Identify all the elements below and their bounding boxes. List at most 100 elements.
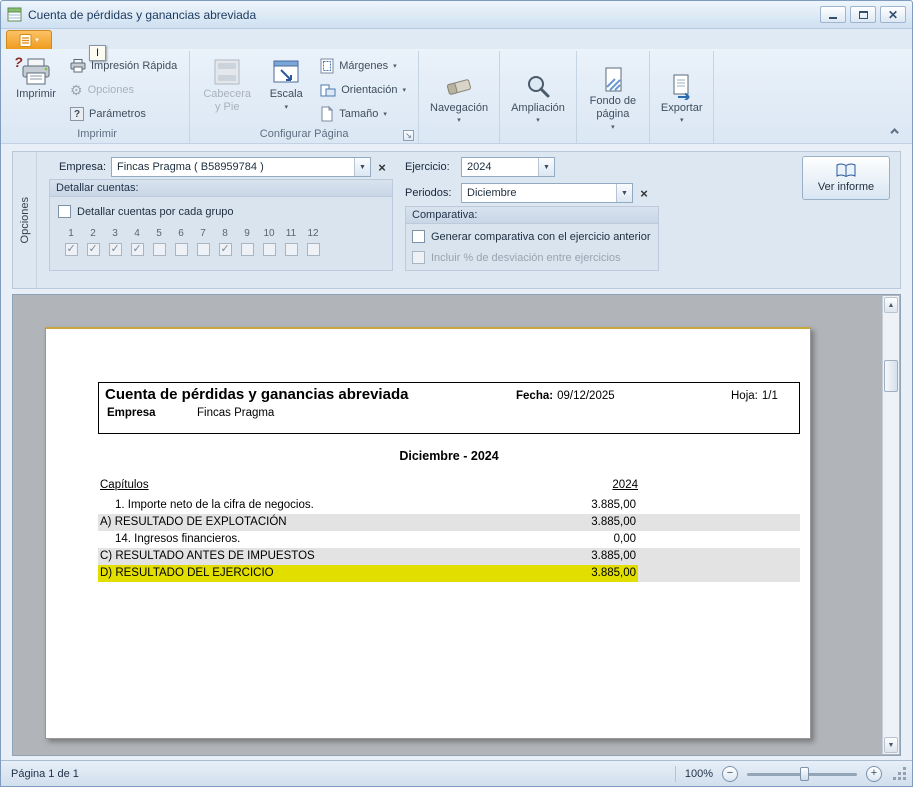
fondo-de-pagina-button[interactable]: Fondo de página ▾ (583, 62, 643, 133)
ribbon-group-fondo-de-pagina: Fondo de página ▾ (577, 51, 650, 143)
parametros-label: Parámetros (89, 108, 146, 120)
fecha-label: Fecha: (516, 390, 553, 402)
report-rows: 1. Importe neto de la cifra de negocios.… (98, 497, 800, 582)
quick-print-icon (70, 59, 86, 73)
month-checkbox-10[interactable] (263, 243, 276, 256)
fondo-de-pagina-dropdown-icon: ▾ (611, 123, 615, 131)
app-window: Cuenta de pérdidas y ganancias abreviada… (0, 0, 913, 787)
generar-comparativa-checkbox[interactable] (412, 230, 425, 243)
comparativa-checkbox2-row: Incluir % de desviación entre ejercicios (412, 251, 621, 264)
incluir-desviacion-label: Incluir % de desviación entre ejercicios (431, 252, 621, 264)
parametros-button[interactable]: ? Parámetros (64, 104, 183, 124)
row-value: 0,00 (614, 531, 638, 548)
exportar-label: Exportar (661, 102, 703, 115)
periodos-clear-button[interactable]: × (635, 183, 653, 203)
year-column-header: 2024 (612, 477, 638, 494)
zoom-slider[interactable] (747, 766, 857, 782)
row-label: A) RESULTADO DE EXPLOTACIÓN (98, 514, 591, 531)
zoom-in-button[interactable]: + (866, 766, 882, 782)
margins-icon (320, 58, 334, 74)
exportar-button[interactable]: Exportar ▾ (656, 69, 708, 128)
escala-button[interactable]: Escala ▾ (261, 53, 311, 114)
ejercicio-combobox[interactable]: 2024 ▼ (461, 157, 555, 177)
ribbon: ▾ I ? (1, 29, 912, 144)
empresa-dropdown-arrow-icon[interactable]: ▼ (354, 158, 370, 176)
month-number-9: 9 (236, 228, 258, 239)
periodos-combobox[interactable]: Diciembre ▼ (461, 183, 633, 203)
restore-button[interactable] (850, 6, 876, 23)
fondo-de-pagina-label: Fondo de página (588, 95, 638, 120)
ver-informe-label: Ver informe (818, 181, 874, 193)
gear-icon: ⚙ (70, 83, 83, 97)
row-label: D) RESULTADO DEL EJERCICIO (98, 565, 591, 582)
month-checkbox-5[interactable] (153, 243, 166, 256)
detallar-cuentas-group-label: Detallar cuentas: (50, 180, 392, 197)
month-checkbox-9[interactable] (241, 243, 254, 256)
month-checkbox-7[interactable] (197, 243, 210, 256)
detallar-checkbox[interactable] (58, 205, 71, 218)
comparativa-checkbox1-row[interactable]: Generar comparativa con el ejercicio ant… (412, 230, 651, 243)
comparativa-group: Comparativa: Generar comparativa con el … (405, 206, 659, 271)
imprimir-label: Imprimir (16, 88, 56, 101)
ejercicio-dropdown-arrow-icon[interactable]: ▼ (538, 158, 554, 176)
options-vertical-tab[interactable]: Opciones (13, 152, 37, 288)
empresa-value: Fincas Pragma ( B58959784 ) (112, 161, 354, 173)
impresion-rapida-label: Impresión Rápida (91, 60, 177, 72)
minimize-button[interactable] (820, 6, 846, 23)
month-numbers-row: 123456789101112 (50, 228, 324, 239)
month-number-11: 11 (280, 228, 302, 239)
dialog-launcher-icon[interactable]: ↘ (403, 130, 414, 141)
month-checkbox-8[interactable] (219, 243, 232, 256)
empresa-label: Empresa: (59, 161, 106, 173)
scrollbar-thumb[interactable] (884, 360, 898, 392)
zoom-out-button[interactable]: − (722, 766, 738, 782)
empresa-combobox[interactable]: Fincas Pragma ( B58959784 ) ▼ (111, 157, 371, 177)
orientacion-button[interactable]: Orientación ▾ (314, 80, 412, 100)
ver-informe-button[interactable]: Ver informe (802, 156, 890, 200)
row-value: 3.885,00 (591, 548, 638, 565)
month-checkbox-2[interactable] (87, 243, 100, 256)
opciones-button: ⚙ Opciones (64, 80, 183, 100)
month-checkbox-12[interactable] (307, 243, 320, 256)
margenes-label: Márgenes (339, 60, 388, 72)
close-button[interactable]: ✕ (880, 6, 906, 23)
ribbon-tab-row: ▾ (1, 29, 912, 49)
tamano-button[interactable]: Tamaño ▾ (314, 104, 412, 124)
scroll-up-button[interactable]: ▲ (884, 297, 898, 313)
ribbon-collapse-button[interactable] (888, 124, 904, 138)
imprimir-button[interactable]: ? Imprimir (11, 53, 61, 104)
month-checkbox-6[interactable] (175, 243, 188, 256)
app-menu-arrow-icon: ▾ (35, 36, 39, 44)
scroll-down-button[interactable]: ▼ (884, 737, 898, 753)
tamano-label: Tamaño (339, 108, 378, 120)
periodos-label: Periodos: (405, 187, 451, 199)
ribbon-content: ? Imprimir (1, 49, 912, 143)
fecha-value: 09/12/2025 (557, 390, 615, 402)
empresa-clear-button[interactable]: × (373, 157, 391, 177)
escala-dropdown-icon: ▾ (284, 103, 288, 111)
periodos-dropdown-arrow-icon[interactable]: ▼ (616, 184, 632, 202)
month-number-5: 5 (148, 228, 170, 239)
app-menu-button[interactable]: ▾ (6, 30, 52, 49)
report-row: C) RESULTADO ANTES DE IMPUESTOS3.885,00 (98, 548, 800, 565)
ampliacion-button[interactable]: Ampliación ▾ (506, 69, 570, 128)
navegacion-label: Navegación (430, 102, 488, 115)
resize-grip[interactable] (893, 767, 906, 780)
navigation-icon (444, 74, 474, 100)
row-label: C) RESULTADO ANTES DE IMPUESTOS (98, 548, 591, 565)
month-checkbox-3[interactable] (109, 243, 122, 256)
month-checkbox-11[interactable] (285, 243, 298, 256)
month-checkbox-1[interactable] (65, 243, 78, 256)
page-indicator: Página 1 de 1 (11, 768, 79, 780)
ribbon-group-configurar-pagina: Cabecera y Pie Escala ▾ (190, 51, 419, 143)
preview-vertical-scrollbar[interactable]: ▲ ▼ (882, 296, 899, 754)
zoom-slider-thumb[interactable] (800, 767, 809, 781)
margenes-button[interactable]: Márgenes ▾ (314, 56, 412, 76)
detallar-checkbox-row[interactable]: Detallar cuentas por cada grupo (58, 205, 234, 218)
periodos-value: Diciembre (462, 187, 616, 199)
navegacion-button[interactable]: Navegación ▾ (425, 69, 493, 128)
month-checkbox-4[interactable] (131, 243, 144, 256)
impresion-rapida-button[interactable]: Impresión Rápida (64, 56, 183, 76)
ribbon-group-exportar: Exportar ▾ (650, 51, 715, 143)
row-value: 3.885,00 (591, 497, 638, 514)
